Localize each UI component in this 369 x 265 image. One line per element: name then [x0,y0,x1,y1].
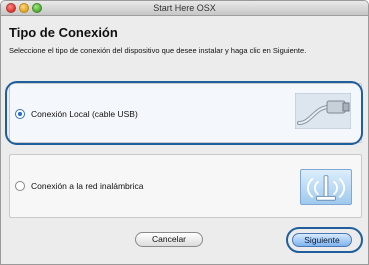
cancel-button[interactable]: Cancelar [135,232,203,247]
next-button[interactable]: Siguiente [292,233,352,247]
installer-window: Start Here OSX Tipo de Conexión Seleccio… [0,0,369,265]
wireless-option-label: Conexión a la red inalámbrica [31,181,144,191]
wireless-radio[interactable] [15,181,25,191]
usb-cable-icon [295,93,351,129]
titlebar: Start Here OSX [1,1,368,16]
usb-option-label: Conexión Local (cable USB) [31,109,138,119]
wireless-router-icon [300,169,352,205]
usb-radio[interactable] [15,109,25,119]
instructions-text: Seleccione el tipo de conexión del dispo… [9,46,307,55]
window-title: Start Here OSX [153,3,216,13]
page-title: Tipo de Conexión [9,25,118,40]
